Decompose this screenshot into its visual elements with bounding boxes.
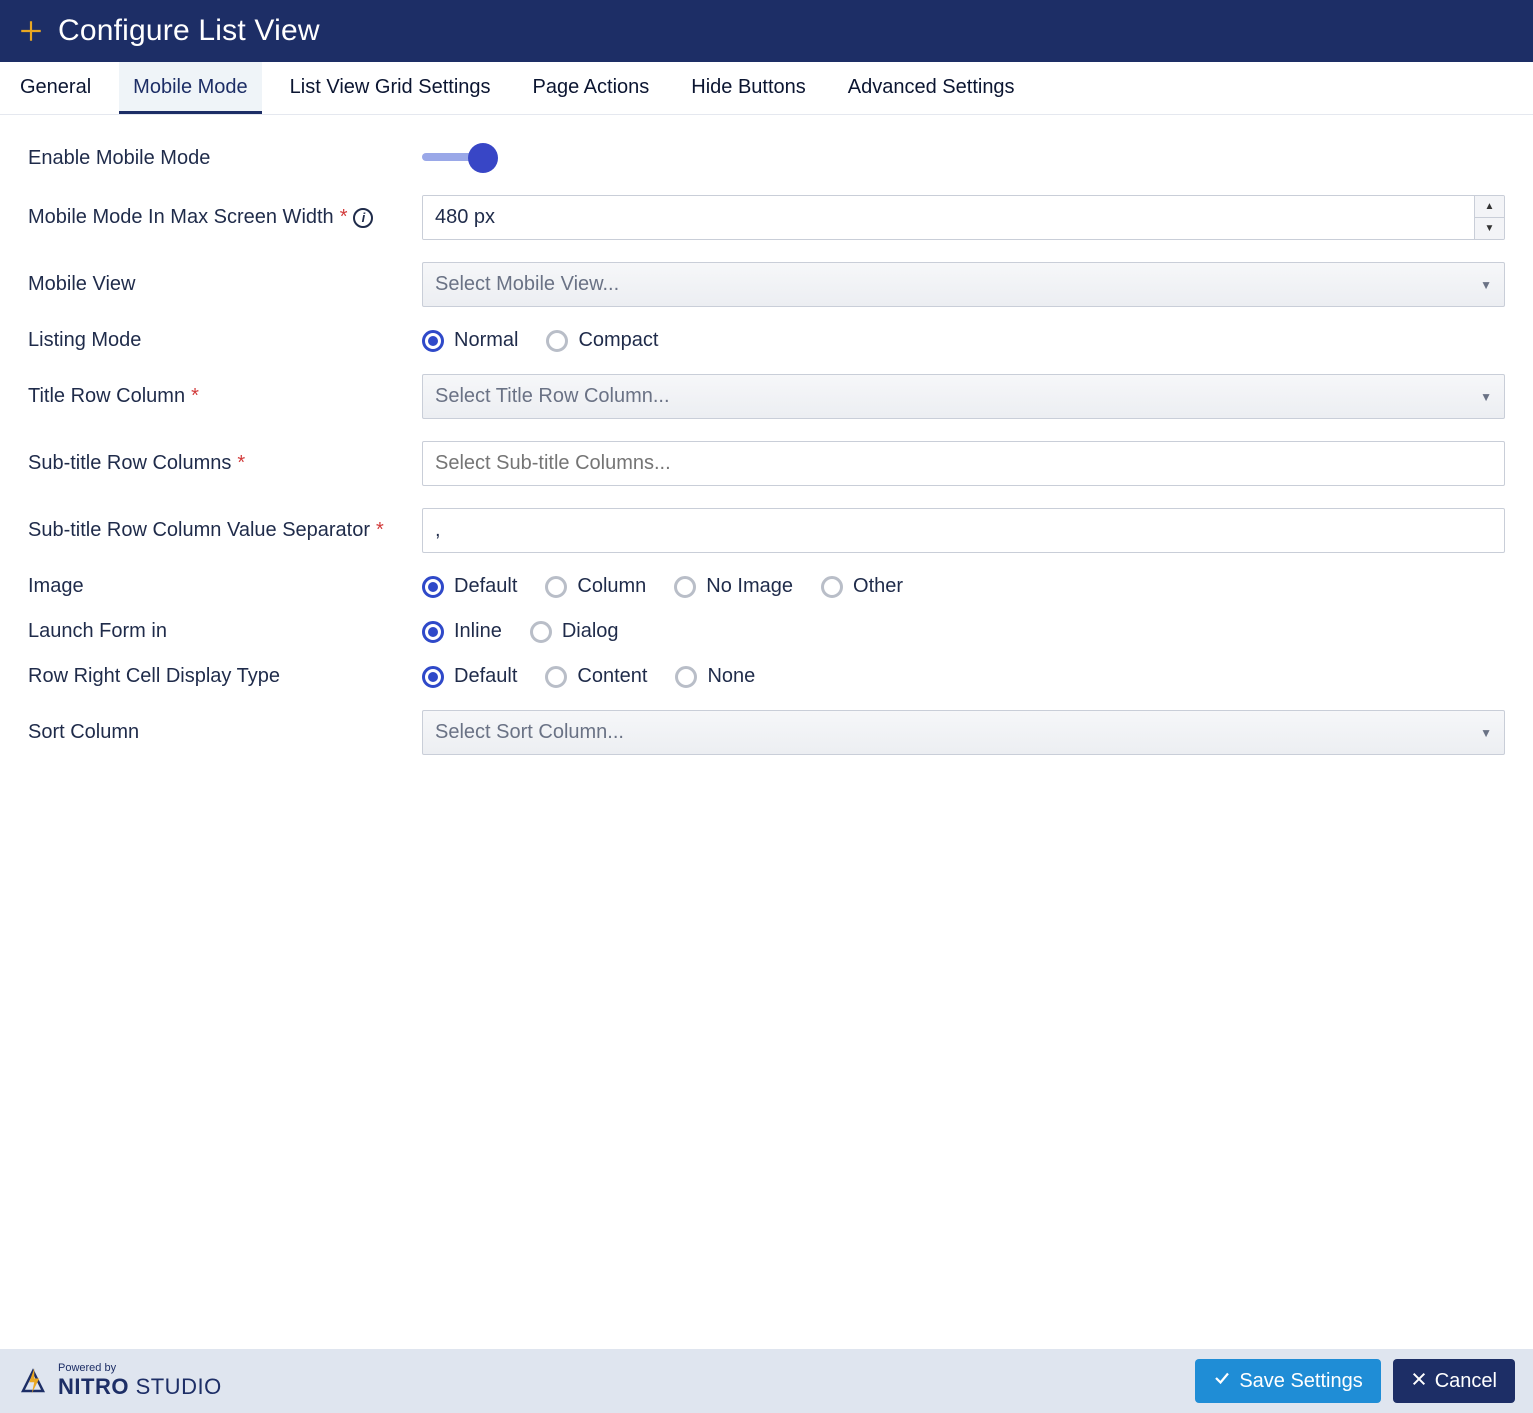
row-right-none-radio[interactable]: None [675, 665, 755, 688]
title-row-column-label: Title Row Column* [28, 385, 398, 408]
tab-advanced-settings[interactable]: Advanced Settings [834, 62, 1029, 114]
row-right-radio-group: Default Content None [422, 665, 1505, 688]
tab-bar: General Mobile Mode List View Grid Setti… [0, 62, 1533, 115]
radio-label: Inline [454, 620, 502, 643]
radio-label: Other [853, 575, 903, 598]
separator-input[interactable] [422, 508, 1505, 553]
row-right-content-radio[interactable]: Content [545, 665, 647, 688]
radio-label: No Image [706, 575, 793, 598]
subtitle-row-columns-input[interactable] [422, 441, 1505, 486]
button-label: Save Settings [1239, 1370, 1362, 1393]
listing-mode-label: Listing Mode [28, 329, 398, 352]
tab-label: Mobile Mode [133, 76, 248, 98]
max-screen-width-label: Mobile Mode In Max Screen Width* i [28, 206, 398, 229]
radio-label: Default [454, 575, 517, 598]
spinner-down-button[interactable]: ▼ [1475, 218, 1504, 239]
close-icon [1411, 1370, 1427, 1393]
row-right-cell-label: Row Right Cell Display Type [28, 665, 398, 688]
image-radio-group: Default Column No Image Other [422, 575, 1505, 598]
listing-mode-normal-radio[interactable]: Normal [422, 329, 518, 352]
plus-icon [18, 18, 44, 44]
radio-label: None [707, 665, 755, 688]
image-other-radio[interactable]: Other [821, 575, 903, 598]
page-title: Configure List View [58, 14, 320, 48]
max-screen-width-input[interactable] [423, 196, 1474, 239]
radio-label: Compact [578, 329, 658, 352]
image-default-radio[interactable]: Default [422, 575, 517, 598]
spinner-up-button[interactable]: ▲ [1475, 196, 1504, 218]
tab-general[interactable]: General [6, 62, 105, 114]
launch-form-radio-group: Inline Dialog [422, 620, 1505, 643]
chevron-down-icon: ▼ [1480, 726, 1492, 740]
select-placeholder: Select Title Row Column... [435, 385, 670, 407]
image-no-image-radio[interactable]: No Image [674, 575, 793, 598]
tab-label: Hide Buttons [691, 76, 806, 98]
separator-label: Sub-title Row Column Value Separator* [28, 519, 398, 542]
select-placeholder: Select Mobile View... [435, 273, 619, 295]
launch-inline-radio[interactable]: Inline [422, 620, 502, 643]
subtitle-row-columns-label: Sub-title Row Columns* [28, 452, 398, 475]
form-panel: Enable Mobile Mode Mobile Mode In Max Sc… [0, 115, 1533, 1349]
footer-actions: Save Settings Cancel [1195, 1359, 1515, 1403]
chevron-down-icon: ▼ [1480, 390, 1492, 404]
brand: Powered by NITRO STUDIO [18, 1362, 222, 1400]
chevron-down-icon: ▼ [1480, 278, 1492, 292]
label-text: Sub-title Row Columns [28, 452, 231, 475]
radio-label: Column [577, 575, 646, 598]
mobile-view-select[interactable]: Select Mobile View... ▼ [422, 262, 1505, 307]
listing-mode-compact-radio[interactable]: Compact [546, 329, 658, 352]
radio-label: Content [577, 665, 647, 688]
row-right-default-radio[interactable]: Default [422, 665, 517, 688]
label-text: Sub-title Row Column Value Separator [28, 519, 370, 542]
tab-list-view-grid-settings[interactable]: List View Grid Settings [276, 62, 505, 114]
brand-logo-icon [18, 1366, 48, 1396]
info-icon[interactable]: i [353, 208, 373, 228]
max-screen-width-input-wrap: ▲ ▼ [422, 195, 1505, 240]
footer: Powered by NITRO STUDIO Save Settings Ca… [0, 1349, 1533, 1413]
launch-form-in-label: Launch Form in [28, 620, 398, 643]
cancel-button[interactable]: Cancel [1393, 1359, 1515, 1403]
tab-page-actions[interactable]: Page Actions [519, 62, 664, 114]
brand-name: NITRO STUDIO [58, 1374, 222, 1400]
image-label: Image [28, 575, 398, 598]
tab-label: Page Actions [533, 76, 650, 98]
listing-mode-radio-group: Normal Compact [422, 329, 1505, 352]
title-row-column-select[interactable]: Select Title Row Column... ▼ [422, 374, 1505, 419]
label-text: Title Row Column [28, 385, 185, 408]
tab-mobile-mode[interactable]: Mobile Mode [119, 62, 262, 114]
radio-label: Normal [454, 329, 518, 352]
select-placeholder: Select Sort Column... [435, 721, 624, 743]
tab-hide-buttons[interactable]: Hide Buttons [677, 62, 820, 114]
sort-column-label: Sort Column [28, 721, 398, 744]
enable-mobile-mode-label: Enable Mobile Mode [28, 147, 398, 170]
tab-label: Advanced Settings [848, 76, 1015, 98]
header: Configure List View [0, 0, 1533, 62]
mobile-view-label: Mobile View [28, 273, 398, 296]
label-text: Mobile Mode In Max Screen Width [28, 206, 334, 229]
tab-label: General [20, 76, 91, 98]
number-spinner: ▲ ▼ [1474, 196, 1504, 239]
enable-mobile-mode-toggle[interactable] [422, 143, 500, 173]
radio-label: Default [454, 665, 517, 688]
sort-column-select[interactable]: Select Sort Column... ▼ [422, 710, 1505, 755]
radio-label: Dialog [562, 620, 619, 643]
check-icon [1213, 1369, 1231, 1393]
save-settings-button[interactable]: Save Settings [1195, 1359, 1380, 1403]
launch-dialog-radio[interactable]: Dialog [530, 620, 619, 643]
tab-label: List View Grid Settings [290, 76, 491, 98]
powered-by-text: Powered by [58, 1362, 222, 1374]
image-column-radio[interactable]: Column [545, 575, 646, 598]
button-label: Cancel [1435, 1370, 1497, 1393]
